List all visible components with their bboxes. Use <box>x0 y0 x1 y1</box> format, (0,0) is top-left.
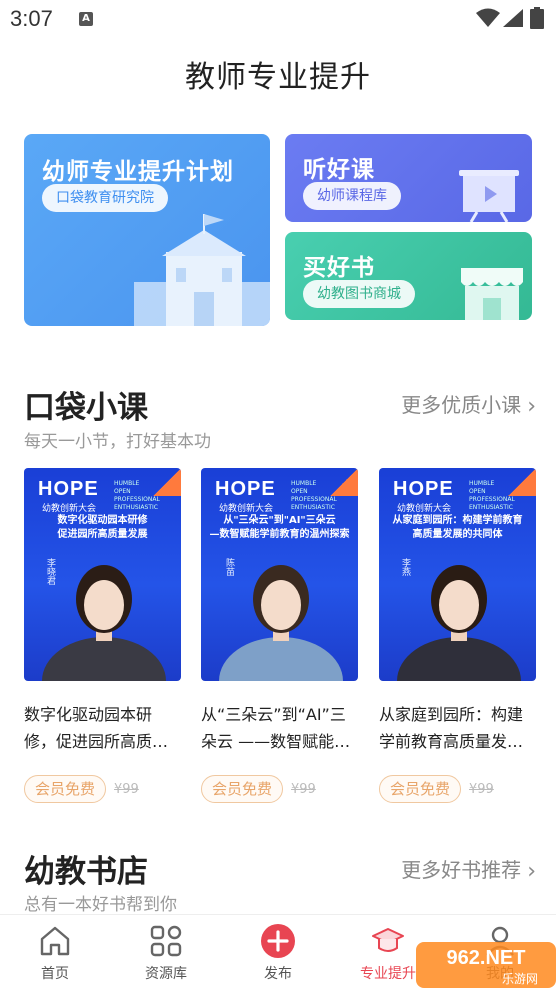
books-section-title: 幼教书店 <box>24 854 148 890</box>
hat-icon <box>372 928 404 952</box>
course-title: 从“三朵云”到“AI”三朵云 ——数智赋能… <box>201 705 351 751</box>
more-courses-link[interactable]: 更多优质小课 › <box>401 389 536 419</box>
speaker-photo <box>42 565 166 681</box>
hope-logo-subtitle: 幼教创新大会 <box>397 504 452 514</box>
poster-title: 从家庭到园所：构建学前教育 高质量发展的共同体 <box>392 515 523 540</box>
courses-section-subtitle: 每天一小节，打好基本功 <box>24 432 211 452</box>
chevron-right-icon: › <box>527 394 536 419</box>
course-price-row: 会员免费 ¥99 <box>379 775 536 805</box>
tab-label: 发布 <box>264 966 292 982</box>
buy-book-card[interactable]: 买好书 幼教图书商城 <box>285 232 532 320</box>
card-title: 听好课 <box>303 157 375 183</box>
listen-course-card[interactable]: 听好课 幼师课程库 <box>285 134 532 222</box>
course-poster: HOPE 幼教创新大会 HUMBLE OPEN PROFESSIONAL ENTHU… <box>379 468 536 681</box>
chevron-right-icon: › <box>527 859 536 884</box>
tab-resources[interactable]: 资源库 <box>116 915 216 990</box>
original-price: ¥99 <box>114 782 139 797</box>
teacher-plan-card[interactable]: 幼师专业提升计划 口袋教育研究院 <box>24 134 270 326</box>
hope-logo-subtitle: 幼教创新大会 <box>219 504 274 514</box>
speaker-photo <box>219 565 343 681</box>
watermark-brand: 962.NET <box>447 947 526 969</box>
grid-icon <box>150 925 182 957</box>
hope-logo-subtitle: 幼教创新大会 <box>42 504 97 514</box>
member-free-badge: 会员免费 <box>24 775 107 803</box>
hope-logo-english: HUMBLE OPEN PROFESSIONAL ENTHUSIASTIC <box>469 480 515 511</box>
page-title: 教师专业提升 <box>185 60 371 95</box>
card-pill: 幼教图书商城 <box>303 280 415 308</box>
plus-icon <box>261 924 295 958</box>
course-card[interactable]: HOPE 幼教创新大会 HUMBLE OPEN PROFESSIONAL ENTHU… <box>379 468 536 805</box>
course-card[interactable]: HOPE 幼教创新大会 HUMBLE OPEN PROFESSIONAL ENTHU… <box>24 468 181 805</box>
status-time: 3:07 <box>10 6 53 31</box>
watermark-sub: 乐游网 <box>502 972 538 986</box>
course-poster: HOPE 幼教创新大会 HUMBLE OPEN PROFESSIONAL ENTHU… <box>24 468 181 681</box>
hope-logo: HOPE <box>38 478 99 500</box>
signal-icon <box>503 9 523 27</box>
card-title: 买好书 <box>303 255 375 281</box>
school-icon <box>134 214 270 326</box>
wifi-icon <box>476 8 500 27</box>
status-bar: 3:07 A <box>0 0 556 36</box>
courses-section-title: 口袋小课 <box>24 390 148 426</box>
poster-corner-decoration <box>153 468 181 496</box>
course-poster: HOPE 幼教创新大会 HUMBLE OPEN PROFESSIONAL ENTHU… <box>201 468 358 681</box>
tab-label: 首页 <box>41 966 69 982</box>
card-pill: 口袋教育研究院 <box>42 184 168 212</box>
books-section-subtitle: 总有一本好书帮到你 <box>24 895 177 915</box>
tab-home[interactable]: 首页 <box>5 915 105 990</box>
store-icon <box>461 268 523 320</box>
course-card[interactable]: HOPE 幼教创新大会 HUMBLE OPEN PROFESSIONAL ENTHU… <box>201 468 358 805</box>
notification-icon: A <box>79 12 93 26</box>
poster-corner-decoration <box>508 468 536 496</box>
member-free-badge: 会员免费 <box>379 775 462 803</box>
hope-logo: HOPE <box>215 478 276 500</box>
watermark-logo: 962.NET 乐游网 <box>416 942 556 988</box>
original-price: ¥99 <box>469 782 494 797</box>
more-courses-label: 更多优质小课 <box>401 393 522 417</box>
card-title: 幼师专业提升计划 <box>42 159 234 185</box>
hope-logo-english: HUMBLE OPEN PROFESSIONAL ENTHUSIASTIC <box>114 480 160 511</box>
course-title: 数字化驱动园本研修，促进园所高质… <box>24 705 169 751</box>
more-books-label: 更多好书推荐 <box>401 858 522 882</box>
projector-icon <box>459 170 519 222</box>
battery-icon <box>530 7 544 29</box>
original-price: ¥99 <box>291 782 316 797</box>
hope-logo-english: HUMBLE OPEN PROFESSIONAL ENTHUSIASTIC <box>291 480 337 511</box>
course-price-row: 会员免费 ¥99 <box>201 775 358 805</box>
poster-corner-decoration <box>330 468 358 496</box>
speaker-photo <box>397 565 521 681</box>
poster-title: 从"三朵云"到"AI"三朵云 —数智赋能学前教育的温州探索 <box>209 515 350 540</box>
member-free-badge: 会员免费 <box>201 775 284 803</box>
tab-label: 资源库 <box>145 966 187 982</box>
hope-logo: HOPE <box>393 478 454 500</box>
more-books-link[interactable]: 更多好书推荐 › <box>401 854 536 884</box>
course-title: 从家庭到园所：构建学前教育高质量发… <box>379 705 524 751</box>
tab-publish[interactable]: 发布 <box>228 915 328 990</box>
course-price-row: 会员免费 ¥99 <box>24 775 181 805</box>
poster-title: 数字化驱动园本研修 促进园所高质量发展 <box>57 515 148 540</box>
card-pill: 幼师课程库 <box>303 182 401 210</box>
home-icon <box>40 926 70 956</box>
